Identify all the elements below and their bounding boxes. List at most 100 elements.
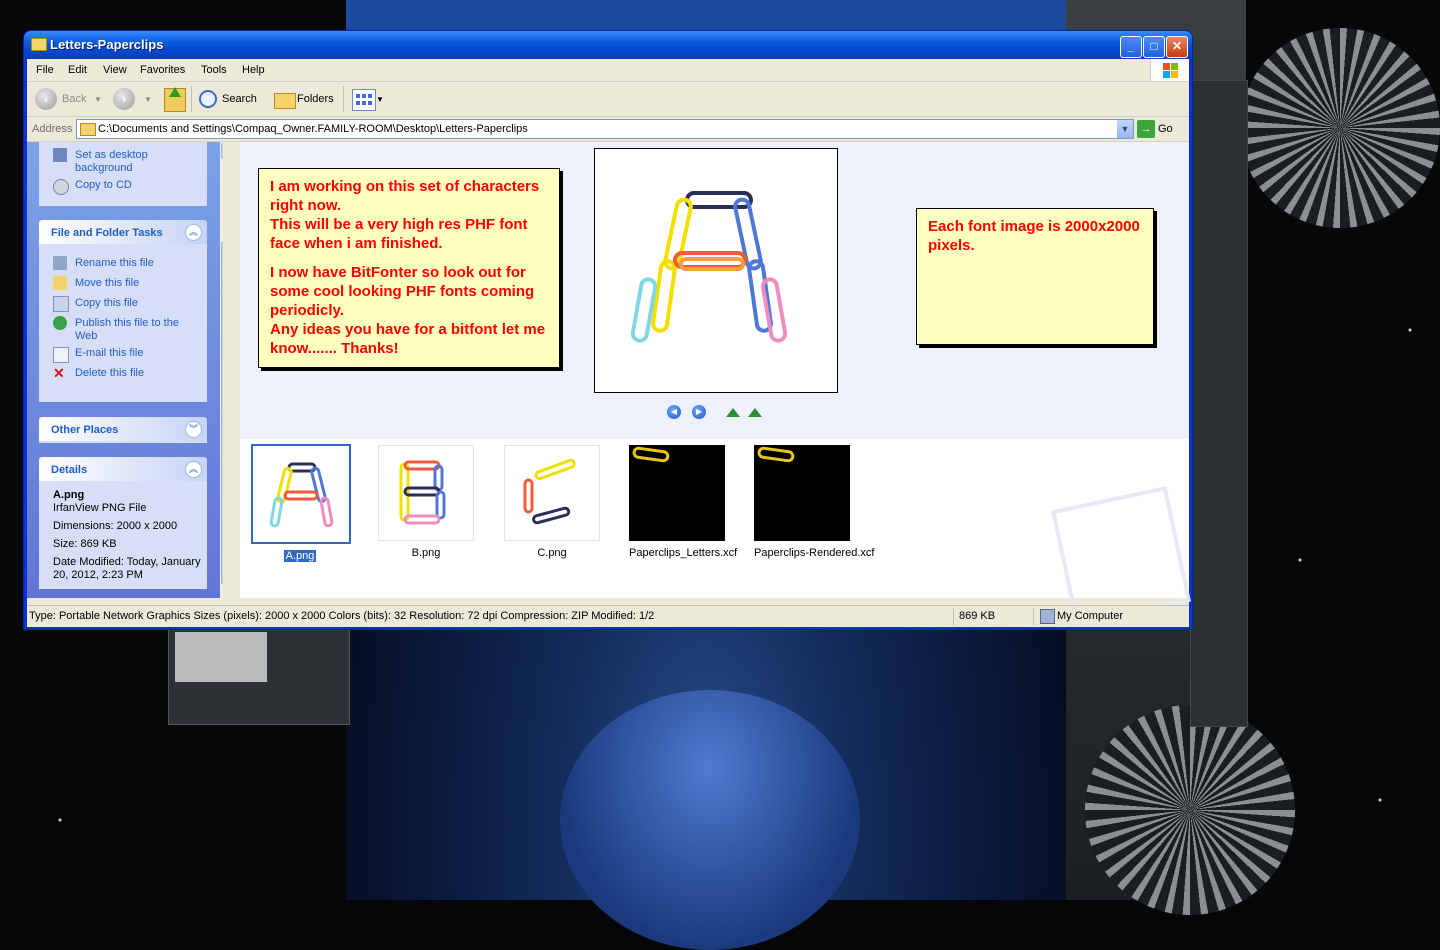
background-decor: [1240, 28, 1440, 228]
sticky-note-left: I am working on this set of characters r…: [258, 168, 560, 368]
move-icon: [53, 276, 67, 290]
toolbar-separator: [343, 86, 344, 112]
menu-view[interactable]: View: [103, 64, 127, 76]
paperclip-a-image: [269, 462, 334, 528]
back-arrow-icon[interactable]: ‹: [35, 88, 57, 110]
thumbnail-item[interactable]: A.png: [251, 444, 351, 562]
go-button[interactable]: Go: [1158, 123, 1173, 135]
menu-favorites[interactable]: Favorites: [140, 64, 185, 76]
address-dropdown-icon[interactable]: ▼: [1117, 120, 1133, 138]
my-computer-icon: [1040, 609, 1055, 624]
address-path[interactable]: C:\Documents and Settings\Compaq_Owner.F…: [98, 123, 528, 135]
note-right-text: Each font image is 2000x2000 pixels.: [928, 218, 1140, 254]
image-preview[interactable]: [594, 148, 838, 393]
note-paragraph-1: I am working on this set of characters r…: [270, 178, 540, 252]
delete-x-icon: ✕: [53, 365, 65, 381]
details-header[interactable]: Details ︽: [39, 457, 207, 481]
desktop-icon: [53, 148, 67, 162]
other-places-header[interactable]: Other Places ︾: [39, 417, 207, 441]
expand-chevron-icon[interactable]: ︾: [185, 421, 202, 438]
thumbnail-paperclips-letters[interactable]: [629, 445, 725, 541]
thumbnail-item[interactable]: Paperclips_Letters.xcf: [629, 445, 737, 559]
back-button[interactable]: Back: [62, 93, 86, 105]
views-dropdown-icon[interactable]: ▼: [376, 95, 384, 104]
details-filename: A.png: [53, 489, 85, 501]
folder-up-icon[interactable]: [164, 87, 186, 112]
sticky-note-right: Each font image is 2000x2000 pixels.: [916, 208, 1154, 345]
close-button[interactable]: ✕: [1166, 36, 1188, 58]
scrollbar-thumb[interactable]: [221, 242, 223, 584]
copy-file-link[interactable]: Copy this file: [75, 297, 138, 310]
file-folder-tasks-title: File and Folder Tasks: [51, 227, 163, 239]
menu-help[interactable]: Help: [242, 64, 265, 76]
thumbnail-strip: A.png B.png C.png Paperclips_Letters.xcf…: [240, 439, 1191, 626]
paperclip-image: [632, 446, 670, 463]
details-filetype: IrfanView PNG File: [53, 502, 147, 514]
rotate-clockwise-icon[interactable]: [725, 406, 741, 418]
collapse-chevron-icon[interactable]: ︽: [185, 224, 202, 241]
menu-file[interactable]: File: [36, 64, 54, 76]
copy-to-cd-link[interactable]: Copy to CD: [75, 179, 132, 192]
status-file-info: Type: Portable Network Graphics Sizes (p…: [29, 610, 655, 622]
globe-icon: [53, 316, 67, 330]
thumbnail-caption[interactable]: Paperclips_Letters.xcf: [629, 547, 737, 559]
address-bar: Address C:\Documents and Settings\Compaq…: [27, 117, 1189, 142]
thumbnail-b[interactable]: [378, 445, 474, 541]
thumbnail-c[interactable]: [504, 445, 600, 541]
details-title: Details: [51, 464, 88, 476]
thumbnail-item[interactable]: B.png: [378, 445, 474, 559]
window-title: Letters-Paperclips: [50, 37, 164, 52]
back-dropdown-icon[interactable]: ▼: [94, 95, 102, 104]
thumbnail-caption[interactable]: A.png: [252, 550, 348, 562]
maximize-button[interactable]: □: [1143, 36, 1165, 58]
thumbnail-paperclips-rendered[interactable]: [754, 445, 850, 541]
rename-file-link[interactable]: Rename this file: [75, 257, 154, 270]
paperclip-letter-a-image: [630, 191, 788, 343]
thumbnail-caption[interactable]: Paperclips-Rendered.xcf: [754, 547, 874, 559]
search-icon[interactable]: [199, 90, 217, 108]
set-desktop-background-link[interactable]: Set as desktop background: [75, 149, 155, 175]
folder-icon: [80, 123, 96, 136]
email-file-link[interactable]: E-mail this file: [75, 347, 143, 360]
move-file-link[interactable]: Move this file: [75, 277, 139, 290]
minimize-button[interactable]: _: [1120, 36, 1142, 58]
menu-tools[interactable]: Tools: [201, 64, 227, 76]
folders-icon[interactable]: [274, 93, 296, 109]
search-button[interactable]: Search: [222, 93, 257, 105]
title-bar[interactable]: Letters-Paperclips _ □ ✕: [24, 31, 1192, 59]
toolbar: ‹ Back ▼ › ▼ Search Folders ▼: [27, 82, 1189, 117]
publish-file-link[interactable]: Publish this file to the Web: [75, 317, 185, 343]
thumbnail-caption[interactable]: B.png: [378, 547, 474, 559]
address-field[interactable]: C:\Documents and Settings\Compaq_Owner.F…: [76, 119, 1134, 139]
status-zone: My Computer: [1057, 610, 1124, 622]
explorer-window: Letters-Paperclips _ □ ✕ File Edit View …: [23, 30, 1193, 630]
views-icon[interactable]: [352, 89, 376, 111]
thumbnail-item[interactable]: Paperclips-Rendered.xcf: [754, 445, 874, 559]
task-pane-scrollbar[interactable]: ▲: [220, 142, 223, 598]
rotate-counterclockwise-icon[interactable]: [747, 406, 763, 418]
background-app-dock: [1190, 80, 1248, 727]
other-places-panel: [39, 441, 207, 443]
status-size: 869 KB: [959, 610, 996, 622]
menu-edit[interactable]: Edit: [68, 64, 87, 76]
next-image-icon[interactable]: ▶: [692, 405, 706, 419]
status-divider: [953, 608, 954, 625]
go-arrow-icon[interactable]: →: [1137, 120, 1155, 138]
thumbnail-a[interactable]: [251, 444, 351, 544]
collapse-chevron-icon[interactable]: ︽: [185, 461, 202, 478]
note-paragraph-2: I now have BitFonter so look out for som…: [270, 264, 546, 357]
forward-arrow-icon[interactable]: ›: [113, 88, 135, 110]
address-label: Address: [32, 123, 73, 135]
previous-image-icon[interactable]: ◀: [667, 405, 681, 419]
file-folder-tasks-header[interactable]: File and Folder Tasks ︽: [39, 220, 207, 244]
scroll-up-arrow-icon[interactable]: ▲: [221, 143, 223, 159]
folders-button[interactable]: Folders: [297, 93, 334, 105]
thumbnail-item[interactable]: C.png: [504, 445, 600, 559]
paperclip-image: [757, 446, 795, 463]
thumbnail-caption[interactable]: C.png: [504, 547, 600, 559]
details-dimensions: Dimensions: 2000 x 2000: [53, 520, 178, 532]
forward-dropdown-icon[interactable]: ▼: [144, 95, 152, 104]
status-divider: [1033, 608, 1034, 625]
paperclip-c-image: [523, 458, 576, 525]
delete-file-link[interactable]: Delete this file: [75, 367, 144, 380]
